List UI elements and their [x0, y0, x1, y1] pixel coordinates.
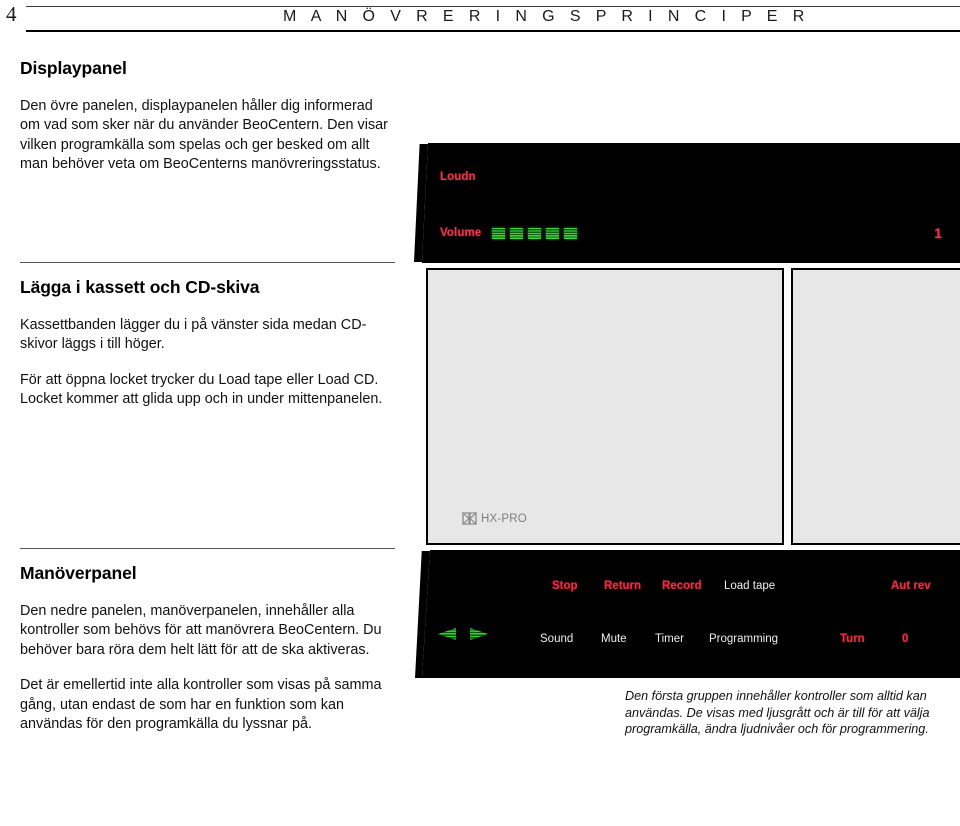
section-paragraph: För att öppna locket trycker du Load tap…	[20, 371, 383, 408]
header-rule-thin	[26, 6, 960, 7]
volume-bar-segment	[528, 227, 542, 239]
volume-bar-meter	[492, 227, 578, 239]
control-panel-bevel-inner	[415, 551, 430, 678]
section-title-lagga: Lägga i kassett och CD-skiva	[20, 277, 260, 297]
control-panel: Stop Return Record Load tape Aut rev Sou…	[412, 550, 960, 678]
control-panel-row-top: Stop Return Record Load tape Aut rev	[412, 580, 960, 600]
section-divider	[20, 262, 395, 263]
section-paragraph: Det är emellertid inte alla kontroller s…	[20, 677, 382, 733]
control-turn[interactable]: Turn	[840, 633, 865, 645]
volume-bar-segment	[492, 227, 506, 239]
control-sound[interactable]: Sound	[540, 633, 573, 645]
section-title-manoverpanel: Manöverpanel	[20, 563, 137, 583]
figure-caption: Den första gruppen innehåller kontroller…	[625, 688, 945, 738]
section-paragraph: Den nedre panelen, manöverpanelen, inneh…	[20, 603, 382, 658]
header-rule-thick	[26, 30, 960, 32]
volume-label: Volume	[440, 227, 482, 239]
control-load-tape[interactable]: Load tape	[724, 580, 775, 592]
display-panel: Loudn Volume 1	[412, 143, 960, 263]
volume-bar-segment	[510, 227, 524, 239]
display-panel-left-bevel	[412, 143, 428, 263]
control-timer[interactable]: Timer	[655, 633, 684, 645]
control-panel-row-bottom: Sound Mute Timer Programming Turn 0	[412, 633, 960, 653]
page-title: M A N Ö V R E R I N G S P R I N C I P E …	[283, 8, 810, 25]
section-lagga-i-kassett: Lägga i kassett och CD-skiva Kassettband…	[20, 262, 395, 410]
figure-caption-text: Den första gruppen innehåller kontroller…	[625, 689, 930, 737]
control-aut-rev[interactable]: Aut rev	[891, 580, 931, 592]
cd-door-panel[interactable]	[791, 268, 960, 545]
control-mute[interactable]: Mute	[601, 633, 627, 645]
source-number-indicator: 1	[934, 225, 942, 241]
control-return[interactable]: Return	[604, 580, 641, 592]
control-record[interactable]: Record	[662, 580, 702, 592]
volume-indicator: Volume	[440, 227, 578, 239]
beocenter-illustration: Loudn Volume 1 HX-PRO Stop Return Record…	[412, 143, 960, 678]
volume-bar-segment	[564, 227, 578, 239]
section-displaypanel: Displaypanel Den övre panelen, displaypa…	[20, 58, 395, 175]
section-paragraph: Den övre panelen, displaypanelen håller …	[20, 98, 388, 173]
control-panel-left-bevel	[412, 550, 430, 678]
loudness-label: Loudn	[440, 171, 476, 183]
dolby-double-d-icon	[462, 512, 477, 525]
loudness-indicator: Loudn	[440, 171, 476, 183]
section-title-displaypanel: Displaypanel	[20, 58, 127, 78]
control-stop[interactable]: Stop	[552, 580, 578, 592]
page-header: 4 M A N Ö V R E R I N G S P R I N C I P …	[0, 0, 960, 40]
page-number: 4	[6, 2, 17, 26]
lid-area: HX-PRO	[426, 268, 960, 545]
control-programming[interactable]: Programming	[709, 633, 778, 645]
hx-pro-logo: HX-PRO	[462, 512, 527, 525]
cassette-door-panel[interactable]: HX-PRO	[426, 268, 784, 545]
section-divider	[20, 548, 395, 549]
display-panel-bevel-inner	[414, 144, 428, 262]
section-manoverpanel: Manöverpanel Den nedre panelen, manöverp…	[20, 548, 395, 734]
hx-pro-label: HX-PRO	[481, 512, 527, 525]
control-zero[interactable]: 0	[902, 633, 908, 645]
volume-bar-segment	[546, 227, 560, 239]
section-paragraph: Kassettbanden lägger du i på vänster sid…	[20, 317, 367, 353]
